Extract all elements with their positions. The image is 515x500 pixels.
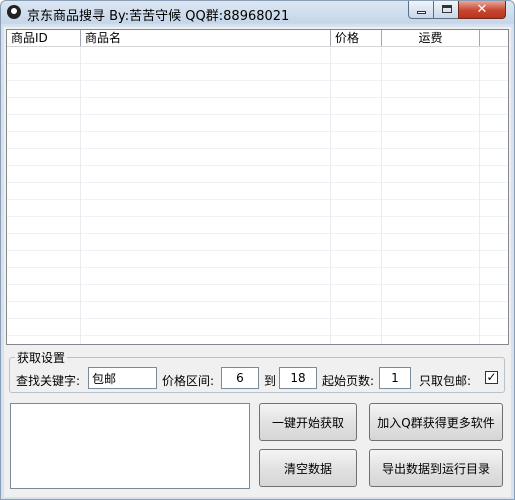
title-bar[interactable]: 京东商品搜寻 By:苦苦守候 QQ群:88968021 ✕	[1, 1, 514, 25]
app-window: 京东商品搜寻 By:苦苦守候 QQ群:88968021 ✕ 商品ID 商品名 价…	[0, 0, 515, 500]
price-to-label: 到	[264, 374, 277, 388]
start-page-label: 起始页数:	[322, 374, 375, 388]
maximize-button[interactable]	[433, 1, 459, 19]
column-header-shipping[interactable]: 运费	[382, 30, 480, 46]
app-icon[interactable]	[7, 5, 21, 19]
price-range-label: 价格区间:	[162, 374, 215, 388]
column-header-product-id[interactable]: 商品ID	[7, 30, 81, 46]
clear-data-button[interactable]: 清空数据	[259, 449, 357, 487]
settings-group-title: 获取设置	[15, 349, 68, 366]
join-group-button[interactable]: 加入Q群获得更多软件	[369, 403, 503, 441]
start-fetch-button[interactable]: 一键开始获取	[259, 403, 357, 441]
free-shipping-checkbox[interactable]: ✓	[485, 371, 498, 384]
column-header-product-name[interactable]: 商品名	[81, 30, 331, 46]
price-max-input[interactable]	[279, 367, 317, 389]
window-title: 京东商品搜寻 By:苦苦守候 QQ群:88968021	[27, 9, 290, 24]
keyword-input[interactable]	[88, 367, 157, 389]
minimize-button[interactable]	[408, 1, 434, 19]
close-icon: ✕	[476, 2, 488, 17]
product-list[interactable]: 商品ID 商品名 价格 运费	[6, 29, 509, 345]
column-header-price[interactable]: 价格	[331, 30, 382, 46]
column-header-spacer	[480, 30, 508, 46]
close-button[interactable]: ✕	[458, 1, 506, 19]
list-header: 商品ID 商品名 价格 运费	[7, 30, 508, 47]
export-data-button[interactable]: 导出数据到运行目录	[369, 449, 503, 487]
log-textarea[interactable]	[10, 403, 250, 489]
client-area: 商品ID 商品名 价格 运费 获取设置 查找关键字: 价格区间: 到 起始页数:…	[4, 27, 511, 497]
maximize-icon	[442, 5, 452, 13]
price-min-input[interactable]	[221, 367, 259, 389]
list-body[interactable]	[7, 47, 508, 344]
keyword-label: 查找关键字:	[16, 374, 81, 388]
start-page-input[interactable]	[379, 367, 411, 389]
free-shipping-label: 只取包邮:	[419, 374, 472, 388]
minimize-icon	[417, 11, 426, 14]
